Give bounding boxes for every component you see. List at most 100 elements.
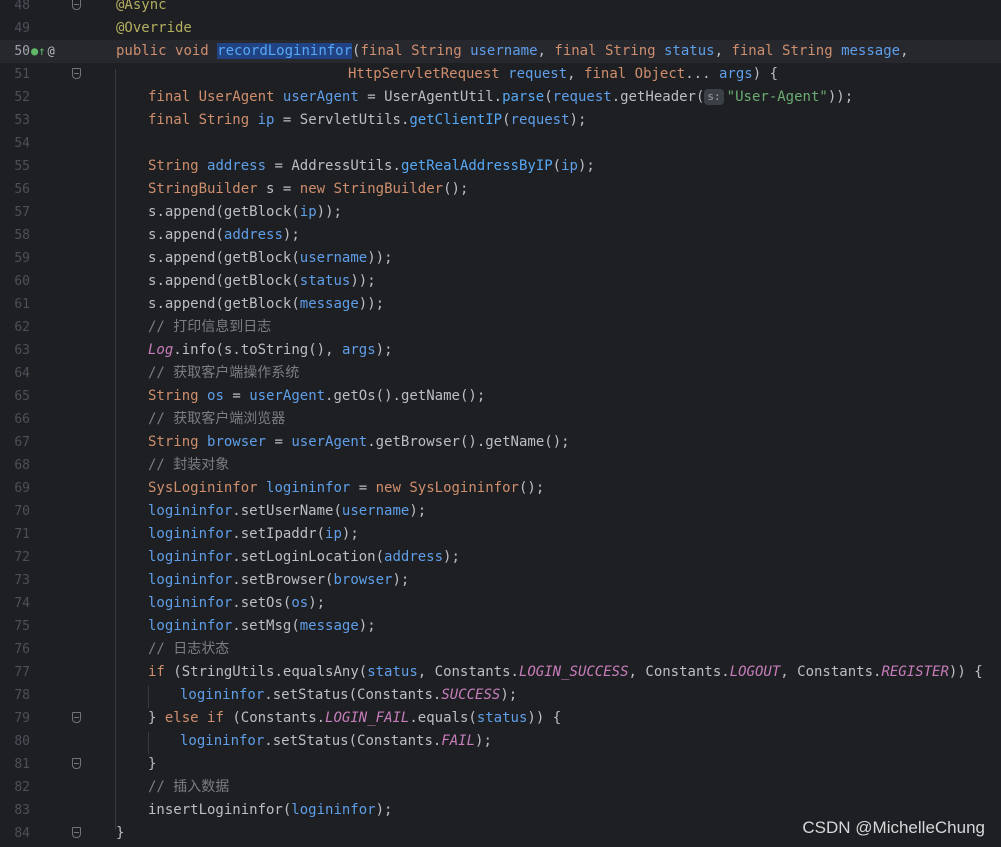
code-line[interactable]: 64 // 获取客户端操作系统 (0, 362, 1001, 385)
code-line[interactable]: 74 logininfor.setOs(os); (0, 592, 1001, 615)
code-line[interactable]: 73 logininfor.setBrowser(browser); (0, 569, 1001, 592)
code-line[interactable]: 62 // 打印信息到日志 (0, 316, 1001, 339)
code-text: logininfor.setLoginLocation(address); (148, 549, 460, 565)
code-line[interactable]: 60 s.append(getBlock(status)); (0, 270, 1001, 293)
fold-marker-icon[interactable] (72, 827, 81, 838)
code-line[interactable]: 58 s.append(address); (0, 224, 1001, 247)
code-line[interactable]: 78 logininfor.setStatus(Constants.SUCCES… (0, 684, 1001, 707)
code-text: SysLogininfor logininfor = new SysLogini… (148, 480, 545, 496)
line-number: 63 (14, 343, 30, 358)
code-comment: // 插入数据 (148, 779, 230, 795)
line-number: 72 (14, 550, 30, 565)
code-line[interactable]: 82 // 插入数据 (0, 776, 1001, 799)
line-number: 64 (14, 366, 30, 381)
line-number: 67 (14, 435, 30, 450)
code-line[interactable]: 52 final UserAgent userAgent = UserAgent… (0, 86, 1001, 109)
fold-marker-icon[interactable] (72, 712, 81, 723)
code-line[interactable]: 49 @Override (0, 17, 1001, 40)
line-number: 80 (14, 734, 30, 749)
code-line[interactable]: 77 if (StringUtils.equalsAny(status, Con… (0, 661, 1001, 684)
code-line[interactable]: 48 @Async (0, 0, 1001, 17)
code-line[interactable]: 72 logininfor.setLoginLocation(address); (0, 546, 1001, 569)
code-comment: // 封装对象 (148, 457, 230, 473)
code-text: @Override (116, 20, 192, 36)
code-line[interactable]: 66 // 获取客户端浏览器 (0, 408, 1001, 431)
code-line[interactable]: 65 String os = userAgent.getOs().getName… (0, 385, 1001, 408)
code-text: String os = userAgent.getOs().getName(); (148, 388, 486, 404)
annotation-at-icon[interactable]: @ (47, 44, 54, 58)
fold-marker-icon[interactable] (72, 758, 81, 769)
code-text: final UserAgent userAgent = UserAgentUti… (148, 89, 854, 105)
line-number: 66 (14, 412, 30, 427)
line-number: 60 (14, 274, 30, 289)
line-number: 57 (14, 205, 30, 220)
code-line[interactable]: 68 // 封装对象 (0, 454, 1001, 477)
implements-icon[interactable]: ●↑ (31, 44, 45, 58)
line-number: 49 (14, 21, 30, 36)
code-text: s.append(getBlock(username)); (148, 250, 393, 266)
code-text: logininfor.setOs(os); (148, 595, 326, 611)
code-text: s.append(getBlock(message)); (148, 296, 385, 312)
code-line[interactable]: 56 StringBuilder s = new StringBuilder()… (0, 178, 1001, 201)
code-line[interactable]: 76 // 日志状态 (0, 638, 1001, 661)
code-text: s.append(getBlock(status)); (148, 273, 376, 289)
code-text: logininfor.setStatus(Constants.FAIL); (180, 733, 492, 749)
line-number: 76 (14, 642, 30, 657)
line-number: 79 (14, 711, 30, 726)
code-line[interactable]: 69 SysLogininfor logininfor = new SysLog… (0, 477, 1001, 500)
code-line[interactable]: 53 final String ip = ServletUtils.getCli… (0, 109, 1001, 132)
code-line[interactable]: 63 Log.info(s.toString(), args); (0, 339, 1001, 362)
code-text: if (StringUtils.equalsAny(status, Consta… (148, 664, 983, 680)
line-number: 82 (14, 780, 30, 795)
code-line[interactable]: 59 s.append(getBlock(username)); (0, 247, 1001, 270)
code-text: logininfor.setUserName(username); (148, 503, 427, 519)
code-comment: // 日志状态 (148, 641, 230, 657)
code-line[interactable]: 81 } (0, 753, 1001, 776)
code-text: @Async (116, 0, 167, 13)
code-text: public void recordLogininfor(final Strin… (116, 43, 909, 59)
line-number: 68 (14, 458, 30, 473)
line-number: 74 (14, 596, 30, 611)
code-text: logininfor.setMsg(message); (148, 618, 376, 634)
line-number: 55 (14, 159, 30, 174)
gutter-icons: ●↑ @ (31, 40, 55, 63)
fold-marker-icon[interactable] (72, 0, 81, 10)
line-number: 52 (14, 90, 30, 105)
code-line[interactable]: 67 String browser = userAgent.getBrowser… (0, 431, 1001, 454)
line-number: 59 (14, 251, 30, 266)
line-number: 61 (14, 297, 30, 312)
code-line[interactable]: 80 logininfor.setStatus(Constants.FAIL); (0, 730, 1001, 753)
line-number: 73 (14, 573, 30, 588)
code-line[interactable]: 75 logininfor.setMsg(message); (0, 615, 1001, 638)
code-line[interactable]: 51 HttpServletRequest request, final Obj… (0, 63, 1001, 86)
code-editor[interactable]: 48 @Async 49 @Override 50 ●↑ @ public voi… (0, 0, 1001, 847)
line-number: 62 (14, 320, 30, 335)
line-number: 81 (14, 757, 30, 772)
line-number: 54 (14, 136, 30, 151)
line-number: 83 (14, 803, 30, 818)
code-comment: // 打印信息到日志 (148, 319, 272, 335)
fold-marker-icon[interactable] (72, 68, 81, 79)
line-number: 84 (14, 826, 30, 841)
code-text: logininfor.setIpaddr(ip); (148, 526, 359, 542)
code-text: insertLogininfor(logininfor); (148, 802, 393, 818)
code-line[interactable]: 71 logininfor.setIpaddr(ip); (0, 523, 1001, 546)
code-text: s.append(getBlock(ip)); (148, 204, 342, 220)
code-text: HttpServletRequest request, final Object… (348, 66, 778, 82)
code-text: logininfor.setStatus(Constants.SUCCESS); (180, 687, 518, 703)
code-line[interactable]: 79 } else if (Constants.LOGIN_FAIL.equal… (0, 707, 1001, 730)
watermark: CSDN @MichelleChung (802, 818, 985, 837)
code-text: final String ip = ServletUtils.getClient… (148, 112, 587, 128)
code-line[interactable]: 61 s.append(getBlock(message)); (0, 293, 1001, 316)
code-line[interactable]: 54 (0, 132, 1001, 155)
code-line-current[interactable]: 50 ●↑ @ public void recordLogininfor(fina… (0, 40, 1001, 63)
code-line[interactable]: 57 s.append(getBlock(ip)); (0, 201, 1001, 224)
code-line[interactable]: 70 logininfor.setUserName(username); (0, 500, 1001, 523)
code-text: s.append(address); (148, 227, 300, 243)
code-text: } (116, 825, 125, 841)
code-text: Log.info(s.toString(), args); (148, 342, 393, 358)
line-number: 69 (14, 481, 30, 496)
code-line[interactable]: 55 String address = AddressUtils.getReal… (0, 155, 1001, 178)
line-number: 65 (14, 389, 30, 404)
code-text: } (148, 756, 157, 772)
